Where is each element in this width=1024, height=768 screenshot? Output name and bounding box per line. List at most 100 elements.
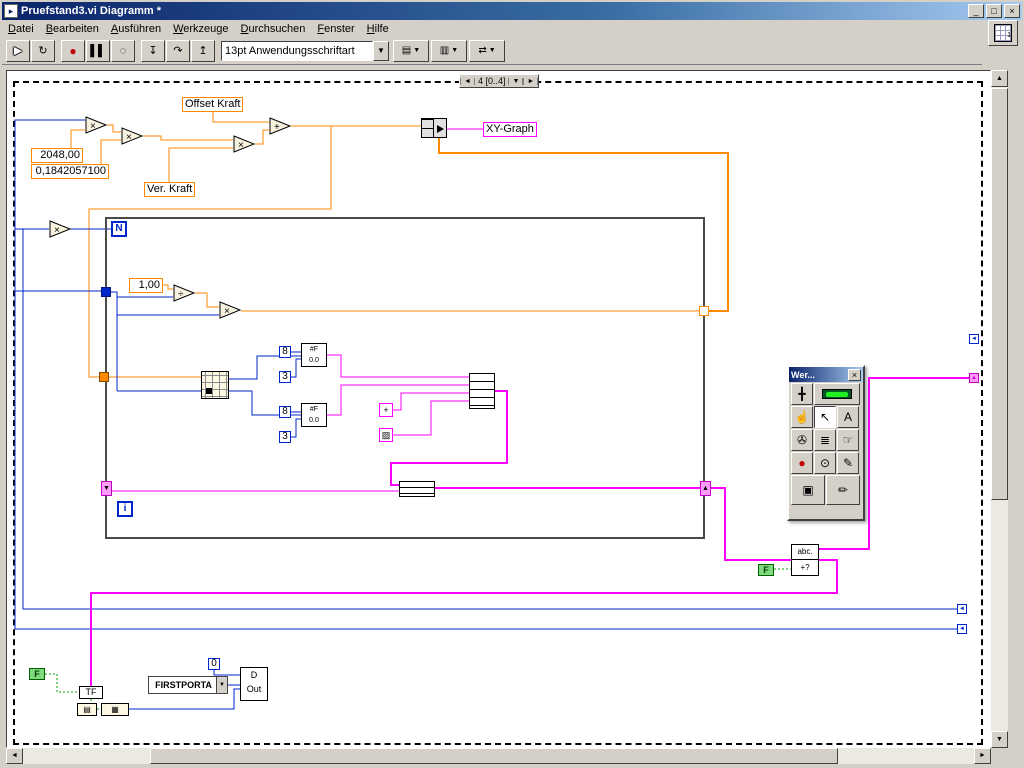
bundle-node[interactable] bbox=[421, 118, 447, 138]
step-over-button[interactable]: ↷ bbox=[166, 39, 190, 62]
concatenate-strings-node[interactable] bbox=[399, 481, 435, 497]
numeric-constant-2048[interactable]: 2048,00 bbox=[31, 148, 83, 163]
step-into-button[interactable]: ↧ bbox=[141, 39, 165, 62]
int-constant-0[interactable]: 0 bbox=[208, 658, 220, 670]
sequence-menu-icon[interactable]: ▼ bbox=[508, 77, 524, 85]
operate-tool-button[interactable]: ☝ bbox=[791, 406, 813, 428]
xy-graph-terminal[interactable]: XY-Graph bbox=[483, 122, 537, 137]
maximize-button[interactable]: □ bbox=[986, 4, 1002, 18]
position-tool-button[interactable]: ↖ bbox=[814, 406, 836, 428]
menu-hilfe[interactable]: Hilfe bbox=[361, 21, 395, 37]
scroll-down-button[interactable]: ▼ bbox=[991, 731, 1008, 748]
scroll-up-button[interactable]: ▲ bbox=[991, 70, 1008, 87]
align-objects-button[interactable]: ▤ ▼ bbox=[393, 39, 429, 62]
multiply-node[interactable]: × bbox=[121, 127, 144, 145]
port-enum-constant[interactable]: FIRSTPORTA ▼ bbox=[148, 676, 228, 694]
wire-dbl[interactable] bbox=[100, 139, 121, 164]
step-out-button[interactable]: ↥ bbox=[191, 39, 215, 62]
close-button[interactable]: × bbox=[1004, 4, 1020, 18]
font-selector-dropdown-icon[interactable]: ▼ bbox=[373, 40, 389, 61]
int-constant-3[interactable]: 3 bbox=[279, 371, 291, 383]
menu-fenster[interactable]: Fenster bbox=[311, 21, 360, 37]
font-selector[interactable]: 13pt Anwendungsschriftart bbox=[221, 40, 373, 61]
wire-int[interactable] bbox=[213, 670, 240, 676]
sequence-local-string[interactable]: ▲ bbox=[969, 373, 979, 383]
sequence-prev-icon[interactable]: ◄ bbox=[460, 77, 475, 85]
tools-palette-close-button[interactable]: × bbox=[848, 368, 861, 381]
string-constant-pattern[interactable]: ▨ bbox=[379, 428, 393, 442]
int-constant-8[interactable]: 8 bbox=[279, 346, 291, 358]
shift-register-left[interactable]: ▼ bbox=[101, 481, 112, 496]
format-number-node[interactable]: #F 0.0 bbox=[301, 343, 327, 367]
shift-register-right[interactable]: ▲ bbox=[700, 481, 711, 496]
object-menu-tool-button[interactable]: ≣ bbox=[814, 429, 836, 451]
numeric-constant-0184[interactable]: 0,1842057100 bbox=[31, 164, 109, 179]
sequence-frame-selector[interactable]: ◄ 4 [0..4] ▼ ► bbox=[459, 74, 540, 88]
multiply-node[interactable]: × bbox=[49, 220, 72, 238]
tools-palette-window[interactable]: Wer... × ╋ ☝ ↖ A ✇ ≣ ☞ ● ⊙ ✎ ▣ ✏ bbox=[787, 365, 865, 521]
offset-kraft-label[interactable]: Offset Kraft bbox=[182, 97, 244, 112]
loop-tunnel-int[interactable] bbox=[101, 287, 111, 297]
boolean-false-constant[interactable]: F bbox=[29, 668, 45, 680]
index-array-node[interactable] bbox=[201, 371, 229, 399]
title-bar[interactable]: ▸ Pruefstand3.vi Diagramm * _ □ × bbox=[2, 2, 1022, 20]
auto-tool-led-button[interactable] bbox=[814, 383, 860, 405]
wire-bool[interactable] bbox=[45, 673, 79, 693]
format-into-string-node[interactable]: abc. +? bbox=[791, 544, 819, 576]
sequence-local-int[interactable]: ◄ bbox=[957, 624, 967, 634]
build-boolean-array-node[interactable]: ▤ bbox=[77, 703, 97, 716]
run-continuous-button[interactable]: ↻ bbox=[31, 39, 55, 62]
ver-kraft-label[interactable]: Ver. Kraft bbox=[144, 182, 196, 197]
multiply-node[interactable]: × bbox=[233, 135, 256, 153]
string-constant[interactable]: + bbox=[379, 403, 393, 417]
boolean-false-constant[interactable]: F bbox=[758, 564, 774, 576]
wire-string-array[interactable] bbox=[711, 487, 791, 561]
multiply-node[interactable]: × bbox=[219, 301, 242, 319]
wire-dbl[interactable] bbox=[70, 129, 85, 148]
tools-palette-titlebar[interactable]: Wer... × bbox=[789, 367, 863, 382]
wire-tool-button[interactable]: ✇ bbox=[791, 429, 813, 451]
wire-dbl[interactable] bbox=[255, 129, 269, 145]
sequence-next-icon[interactable]: ► bbox=[523, 77, 539, 85]
menu-werkzeuge[interactable]: Werkzeuge bbox=[167, 21, 234, 37]
numeric-constant-1[interactable]: 1,00 bbox=[129, 278, 163, 293]
wire-dbl[interactable] bbox=[143, 135, 233, 141]
menu-datei[interactable]: Datei bbox=[2, 21, 40, 37]
label-tool-button[interactable]: A bbox=[837, 406, 859, 428]
reorder-button[interactable]: ⇄ ▼ bbox=[469, 39, 505, 62]
block-diagram-canvas[interactable]: ◄ 4 [0..4] ▼ ► N i ▼ ▲ × × × + × ÷ × Off… bbox=[6, 70, 991, 748]
breakpoint-tool-button[interactable]: ● bbox=[791, 452, 813, 474]
auto-tool-button[interactable]: ╋ bbox=[791, 383, 813, 405]
wire-dbl[interactable] bbox=[168, 147, 233, 182]
pause-button[interactable]: ▌▌ bbox=[86, 39, 110, 62]
build-array-node[interactable] bbox=[469, 373, 495, 409]
chevron-down-icon[interactable]: ▼ bbox=[216, 677, 227, 693]
loop-tunnel-dbl-out[interactable] bbox=[699, 306, 709, 316]
color-copy-tool-button[interactable]: ✎ bbox=[837, 452, 859, 474]
divide-node[interactable]: ÷ bbox=[173, 284, 196, 302]
run-button[interactable]: ▶ bbox=[6, 39, 30, 62]
minimize-button[interactable]: _ bbox=[968, 4, 984, 18]
menu-ausfuehren[interactable]: Ausführen bbox=[105, 21, 167, 37]
loop-count-terminal[interactable]: N bbox=[111, 221, 127, 237]
digital-out-node[interactable]: D Out bbox=[240, 667, 268, 701]
sequence-local-int[interactable]: ◄ bbox=[969, 334, 979, 344]
number-conversion-node[interactable]: ▦ bbox=[101, 703, 129, 716]
loop-tunnel-dbl-in[interactable] bbox=[99, 372, 109, 382]
loop-iteration-terminal[interactable]: i bbox=[117, 501, 133, 517]
wire-string-array[interactable] bbox=[90, 559, 838, 686]
menu-bearbeiten[interactable]: Bearbeiten bbox=[40, 21, 105, 37]
int-constant-8[interactable]: 8 bbox=[279, 406, 291, 418]
sequence-local-int[interactable]: ◄ bbox=[957, 604, 967, 614]
probe-tool-button[interactable]: ⊙ bbox=[814, 452, 836, 474]
scroll-left-button[interactable]: ◄ bbox=[6, 748, 23, 764]
color-tool-button[interactable]: ▣ bbox=[791, 475, 825, 505]
distribute-objects-button[interactable]: ▥ ▼ bbox=[431, 39, 467, 62]
horizontal-scroll-thumb[interactable] bbox=[150, 748, 838, 764]
format-number-node[interactable]: #F 0.0 bbox=[301, 403, 327, 427]
int-constant-3[interactable]: 3 bbox=[279, 431, 291, 443]
vi-icon-button[interactable]: 1 bbox=[988, 20, 1018, 46]
multiply-node[interactable]: × bbox=[85, 116, 108, 134]
abort-button[interactable]: ● bbox=[61, 39, 85, 62]
menu-durchsuchen[interactable]: Durchsuchen bbox=[235, 21, 312, 37]
